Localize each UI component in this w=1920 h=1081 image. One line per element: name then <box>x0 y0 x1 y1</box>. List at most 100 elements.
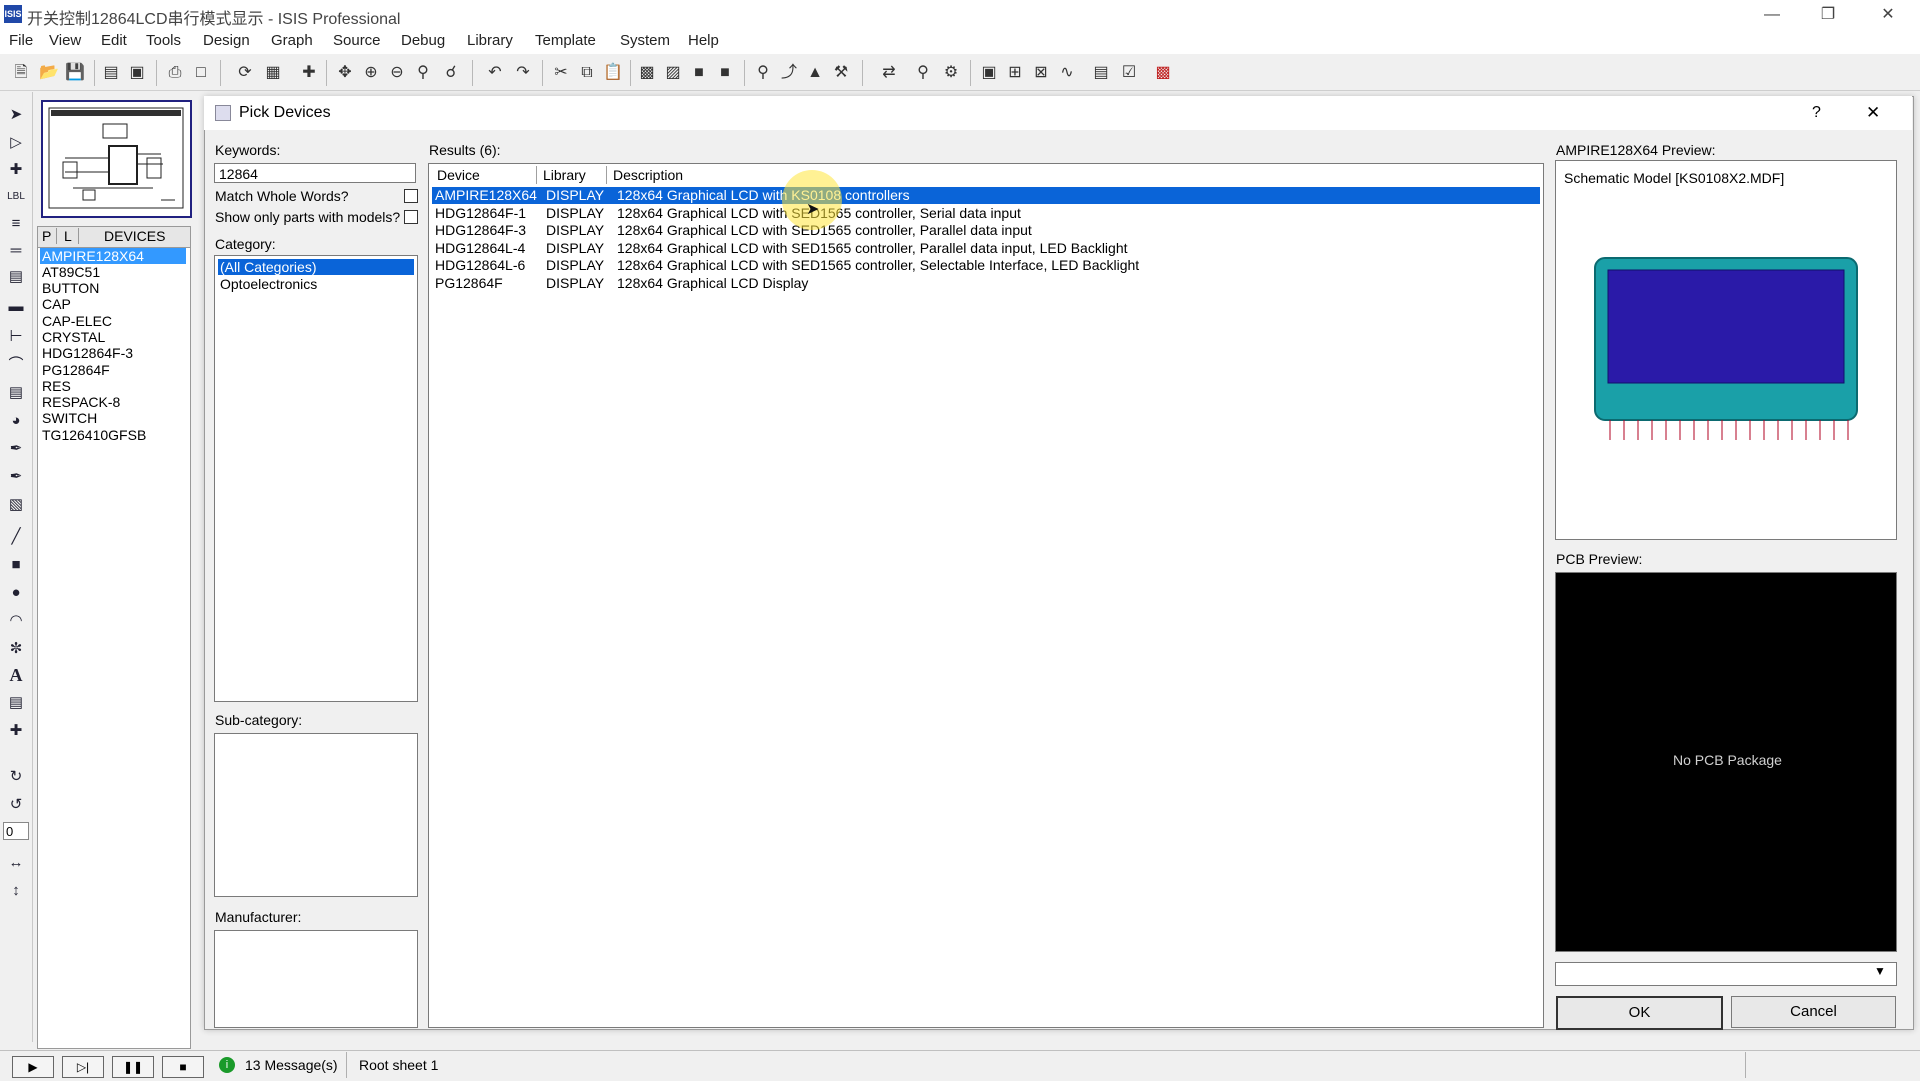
column-header-description[interactable]: Description <box>607 166 1541 184</box>
export-icon[interactable]: ▣ <box>126 62 148 84</box>
match-whole-words-checkbox[interactable] <box>404 189 418 203</box>
close-window-button[interactable]: ✕ <box>1860 0 1916 30</box>
column-header-device[interactable]: Device <box>431 166 537 184</box>
step-button[interactable]: ▷| <box>62 1056 104 1078</box>
save-icon[interactable]: 💾 <box>64 62 86 84</box>
symbol-tool-icon[interactable]: ▤ <box>5 692 27 714</box>
packaging-tool-icon[interactable]: ▲ <box>804 62 826 84</box>
junction-icon[interactable]: ✚ <box>5 159 27 181</box>
cut-icon[interactable]: ✂ <box>550 62 572 84</box>
make-device-icon[interactable]: ⤴ <box>778 62 800 84</box>
netlist-icon[interactable]: ∿ <box>1056 62 1078 84</box>
overview-window[interactable] <box>41 100 192 218</box>
column-header-library[interactable]: Library <box>537 166 607 184</box>
show-only-models-checkbox[interactable] <box>404 210 418 224</box>
menu-template[interactable]: Template <box>535 32 596 49</box>
menu-debug[interactable]: Debug <box>401 32 445 49</box>
device-list-item[interactable]: CRYSTAL <box>40 329 186 345</box>
terminal-icon[interactable]: ▬ <box>5 296 27 318</box>
cancel-button[interactable]: Cancel <box>1731 996 1896 1028</box>
device-list-item[interactable]: AT89C51 <box>40 264 186 280</box>
chevron-down-icon[interactable]: ▼ <box>1874 964 1886 978</box>
grid-icon[interactable]: ▦ <box>262 62 284 84</box>
block-move-icon[interactable]: ▨ <box>662 62 684 84</box>
new-file-icon[interactable]: 🗎 <box>10 62 32 84</box>
menu-design[interactable]: Design <box>203 32 250 49</box>
open-folder-icon[interactable]: 📂 <box>38 62 60 84</box>
help-button[interactable]: ? <box>1812 104 1821 122</box>
pause-button[interactable]: ❚❚ <box>112 1056 154 1078</box>
block-delete-icon[interactable]: ■ <box>714 62 736 84</box>
ok-button[interactable]: OK <box>1556 996 1723 1030</box>
block-copy-icon[interactable]: ▩ <box>636 62 658 84</box>
device-list-item[interactable]: PG12864F <box>40 362 186 378</box>
category-item[interactable]: (All Categories) <box>218 259 414 275</box>
library-manager-button[interactable]: L <box>64 228 79 244</box>
paste-icon[interactable]: 📋 <box>602 62 624 84</box>
rotate-anticlockwise-icon[interactable]: ↺ <box>5 794 27 816</box>
table-row[interactable]: HDG12864F-1 DISPLAY 128x64 Graphical LCD… <box>432 205 1540 222</box>
redraw-icon[interactable]: ⟳ <box>234 62 256 84</box>
menu-tools[interactable]: Tools <box>146 32 181 49</box>
tape-recorder-icon[interactable]: ▤ <box>5 382 27 404</box>
device-pin-icon[interactable]: ⊢ <box>5 326 27 348</box>
device-list-item[interactable]: HDG12864F-3 <box>40 345 186 361</box>
copy-icon[interactable]: ⧉ <box>576 62 598 84</box>
menu-system[interactable]: System <box>620 32 670 49</box>
category-item[interactable]: Optoelectronics <box>218 276 414 292</box>
pan-icon[interactable]: ✥ <box>334 62 356 84</box>
arc-tool-icon[interactable]: ◠ <box>5 610 27 632</box>
remove-sheet-icon[interactable]: ⊠ <box>1030 62 1052 84</box>
electrical-check-icon[interactable]: ☑ <box>1118 62 1140 84</box>
marker-tool-icon[interactable]: ✚ <box>5 720 27 742</box>
box-tool-icon[interactable]: ■ <box>5 554 27 576</box>
mirror-x-icon[interactable]: ↔ <box>5 852 27 874</box>
table-row[interactable]: HDG12864L-6 DISPLAY 128x64 Graphical LCD… <box>432 257 1540 274</box>
origin-icon[interactable]: ✚ <box>298 62 320 84</box>
import-icon[interactable]: ▤ <box>100 62 122 84</box>
table-row[interactable]: AMPIRE128X64 DISPLAY 128x64 Graphical LC… <box>432 187 1540 204</box>
ares-icon[interactable]: ▩ <box>1152 62 1174 84</box>
pcb-package-select[interactable] <box>1555 962 1897 986</box>
text-tool-icon[interactable]: A <box>5 664 27 686</box>
menu-help[interactable]: Help <box>688 32 719 49</box>
circle-tool-icon[interactable]: ● <box>5 582 27 604</box>
device-list-item[interactable]: AMPIRE128X64 <box>40 248 186 264</box>
message-count[interactable]: 13 Message(s) <box>245 1057 338 1073</box>
zoom-area-icon[interactable]: ☌ <box>440 62 462 84</box>
path-tool-icon[interactable]: ✼ <box>5 638 27 660</box>
device-list-item[interactable]: TG126410GFSB <box>40 427 186 443</box>
play-button[interactable]: ▶ <box>12 1056 54 1078</box>
selection-mode-icon[interactable]: ➤ <box>5 104 27 126</box>
menu-source[interactable]: Source <box>333 32 381 49</box>
pick-from-libraries-button[interactable]: P <box>42 228 57 244</box>
zoom-out-icon[interactable]: ⊖ <box>386 62 408 84</box>
component-mode-icon[interactable]: ▷ <box>5 132 27 154</box>
device-list-item[interactable]: BUTTON <box>40 280 186 296</box>
rotation-angle-input[interactable]: 0 <box>3 822 29 840</box>
device-list-item[interactable]: CAP-ELEC <box>40 313 186 329</box>
new-sheet-icon[interactable]: ▣ <box>978 62 1000 84</box>
device-list-item[interactable]: RES <box>40 378 186 394</box>
bus-icon[interactable]: ═ <box>5 240 27 262</box>
rotate-clockwise-icon[interactable]: ↻ <box>5 766 27 788</box>
search-tag-icon[interactable]: ⚲ <box>912 62 934 84</box>
line-tool-icon[interactable]: ╱ <box>5 526 27 548</box>
zoom-in-icon[interactable]: ⊕ <box>360 62 382 84</box>
restore-button[interactable]: ❐ <box>1800 0 1856 30</box>
undo-icon[interactable]: ↶ <box>484 62 506 84</box>
dialog-close-button[interactable]: ✕ <box>1866 103 1880 123</box>
device-list-item[interactable]: SWITCH <box>40 410 186 426</box>
minimize-button[interactable]: — <box>1744 0 1800 30</box>
menu-file[interactable]: File <box>9 32 33 49</box>
add-sheet-icon[interactable]: ⊞ <box>1004 62 1026 84</box>
device-list-item[interactable]: CAP <box>40 296 186 312</box>
graph-icon[interactable]: ⌒ <box>5 354 27 376</box>
wire-autorouter-icon[interactable]: ⇄ <box>878 62 900 84</box>
subcategory-list[interactable] <box>214 733 418 897</box>
table-row[interactable]: HDG12864L-4 DISPLAY 128x64 Graphical LCD… <box>432 240 1540 257</box>
menu-library[interactable]: Library <box>467 32 513 49</box>
table-row[interactable]: PG12864F DISPLAY 128x64 Graphical LCD Di… <box>432 275 1540 292</box>
mirror-y-icon[interactable]: ↕ <box>5 880 27 902</box>
text-script-icon[interactable]: ≡ <box>5 213 27 235</box>
